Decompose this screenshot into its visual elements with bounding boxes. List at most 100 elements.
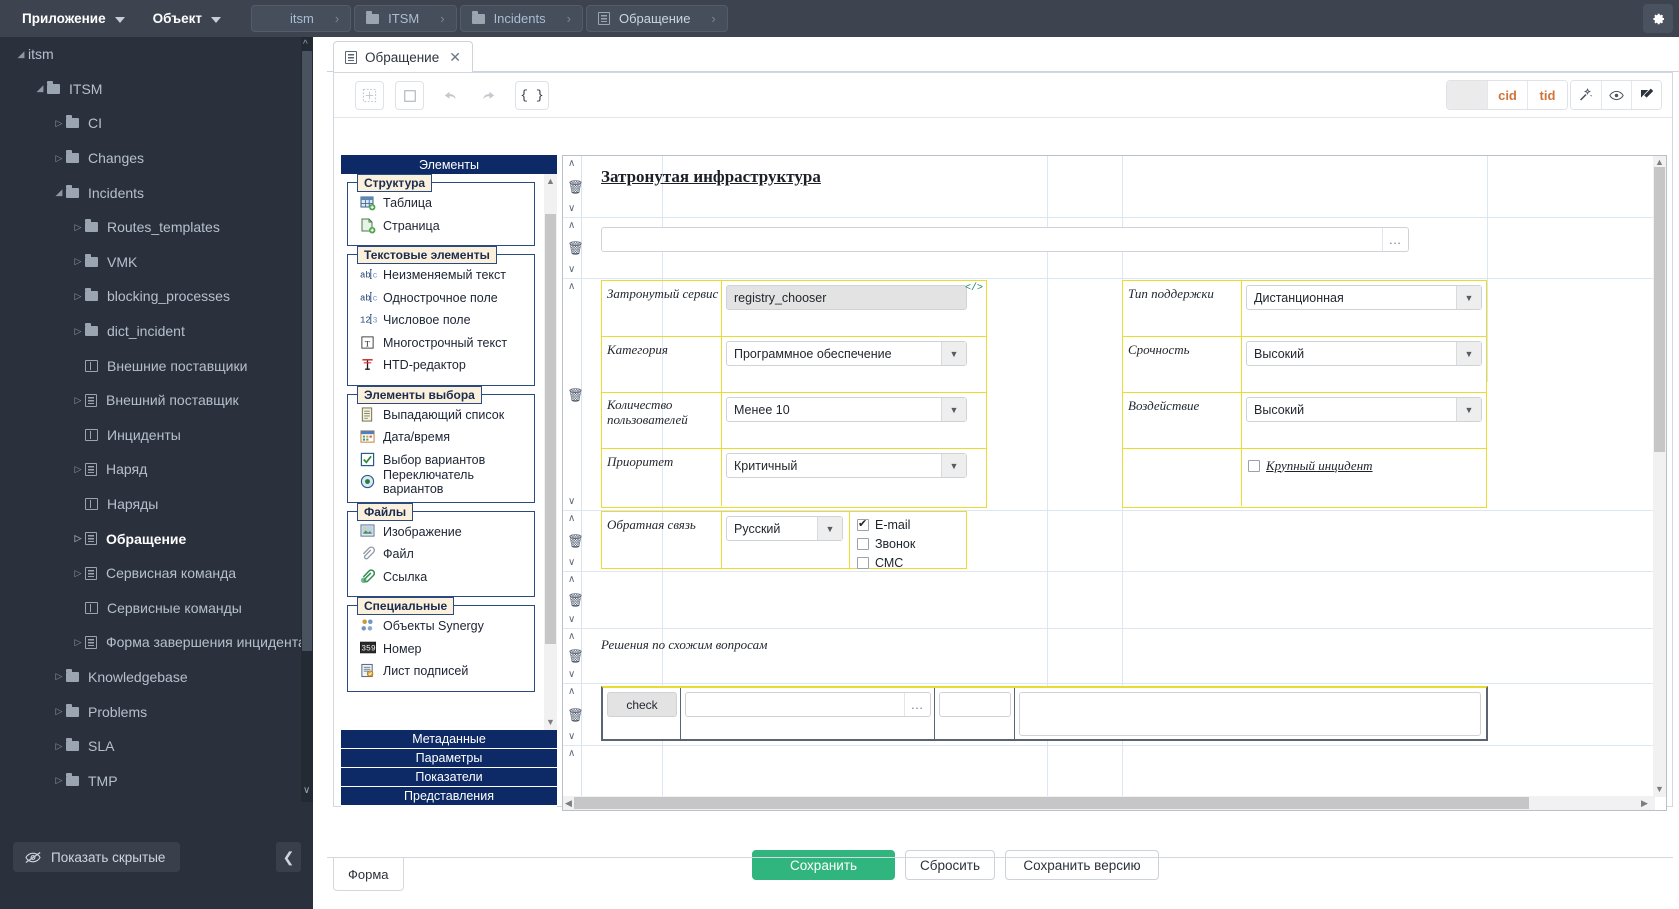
- browse-button[interactable]: …: [1382, 228, 1408, 251]
- palette-item[interactable]: Лист подписей: [352, 660, 530, 683]
- major-incident-checkbox[interactable]: [1248, 459, 1260, 472]
- expanded-toggle-icon[interactable]: ◢: [33, 84, 47, 93]
- palette-item[interactable]: 12 3 Числовое поле: [352, 309, 530, 332]
- cid-button[interactable]: cid: [1487, 81, 1527, 109]
- expanded-toggle-icon[interactable]: ◢: [52, 188, 66, 197]
- breadcrumb-item-obrashenie[interactable]: Обращение ›: [585, 5, 728, 32]
- tree-item[interactable]: Внешние поставщики: [0, 348, 301, 383]
- move-down-icon[interactable]: ∨: [568, 615, 575, 625]
- tree-item[interactable]: ▷ Внешний поставщик: [0, 383, 301, 418]
- tree-item[interactable]: ▷ Changes: [0, 141, 301, 176]
- move-up-icon[interactable]: ∧: [568, 632, 575, 642]
- palette-tab-metadata[interactable]: Метаданные: [341, 730, 557, 749]
- chevron-down-icon[interactable]: ▼: [1456, 342, 1481, 365]
- breadcrumb-item-ITSM[interactable]: ITSM ›: [354, 5, 457, 32]
- collapsed-toggle-icon[interactable]: ▷: [71, 534, 85, 543]
- checkbox-icon[interactable]: [857, 537, 869, 550]
- scroll-up-icon[interactable]: ^: [303, 39, 308, 50]
- undo-icon[interactable]: [435, 81, 464, 110]
- description-field[interactable]: …: [601, 227, 1409, 252]
- move-down-icon[interactable]: ∨: [568, 204, 575, 214]
- check-tag[interactable]: check: [607, 692, 677, 717]
- check-input[interactable]: …: [685, 692, 931, 717]
- edit-button[interactable]: [1631, 81, 1661, 109]
- palette-item[interactable]: Объекты Synergy: [352, 615, 530, 638]
- chevron-down-icon[interactable]: ▼: [941, 398, 966, 421]
- palette-item[interactable]: Выпадающий список: [352, 404, 530, 427]
- palette-tab-parameters[interactable]: Параметры: [341, 749, 557, 768]
- tree-item[interactable]: ▷ VMK: [0, 245, 301, 280]
- tree-item[interactable]: ◢ itsm: [0, 37, 301, 72]
- feedback-language-dropdown[interactable]: Русский ▼: [726, 516, 843, 541]
- expanded-toggle-icon[interactable]: ◢: [14, 49, 28, 59]
- check-wide-input[interactable]: [1019, 692, 1481, 736]
- breadcrumb-item-Incidents[interactable]: Incidents ›: [459, 5, 583, 32]
- palette-item[interactable]: Переключатель вариантов: [352, 468, 530, 496]
- settings-button[interactable]: [1643, 4, 1673, 33]
- palette-tab-indicators[interactable]: Показатели: [341, 768, 557, 787]
- tree-item[interactable]: ▷ Сервисная команда: [0, 556, 301, 591]
- scrollbar-thumb[interactable]: [1654, 167, 1665, 452]
- tree-item[interactable]: ▷ Форма завершения инцидента: [0, 625, 301, 660]
- palette-item[interactable]: ab c Однострочное поле: [352, 287, 530, 310]
- collapsed-toggle-icon[interactable]: ▷: [52, 118, 66, 128]
- scrollbar-thumb[interactable]: [545, 214, 556, 644]
- color-swatch[interactable]: [1447, 81, 1487, 109]
- feedback-channel-call[interactable]: Звонок: [857, 534, 965, 553]
- tab-obrashenie[interactable]: Обращение ✕: [333, 41, 473, 72]
- palette-item[interactable]: Ссылка: [352, 566, 530, 589]
- collapsed-toggle-icon[interactable]: ▷: [71, 257, 85, 266]
- scrollbar-thumb[interactable]: [302, 51, 312, 651]
- collapsed-toggle-icon[interactable]: ▷: [71, 464, 85, 474]
- support-type-dropdown[interactable]: Дистанционная ▼: [1246, 285, 1482, 310]
- insert-block-icon[interactable]: [395, 81, 424, 110]
- browse-button[interactable]: …: [904, 693, 930, 716]
- impact-dropdown[interactable]: Высокий ▼: [1246, 397, 1482, 422]
- affected-service-input[interactable]: registry_chooser: [726, 285, 967, 310]
- chevron-down-icon[interactable]: ▼: [1456, 286, 1481, 309]
- collapsed-toggle-icon[interactable]: ▷: [71, 568, 85, 578]
- collapsed-toggle-icon[interactable]: ▷: [52, 707, 66, 716]
- menu-object[interactable]: Объект: [139, 0, 235, 37]
- tree-item[interactable]: ◢ ITSM: [0, 72, 301, 107]
- tree-item[interactable]: ▷ Наряд: [0, 452, 301, 487]
- palette-item[interactable]: Файл: [352, 543, 530, 566]
- move-up-icon[interactable]: ∧: [568, 514, 575, 524]
- tree-item[interactable]: ▷ Routes_templates: [0, 210, 301, 245]
- collapsed-toggle-icon[interactable]: ▷: [52, 741, 66, 751]
- chevron-down-icon[interactable]: ▼: [1456, 398, 1481, 421]
- user-count-dropdown[interactable]: Менее 10 ▼: [726, 397, 967, 422]
- tab-form[interactable]: Форма: [333, 858, 404, 891]
- move-down-icon[interactable]: ∨: [568, 558, 575, 568]
- tree-item[interactable]: Инциденты: [0, 418, 301, 453]
- move-down-icon[interactable]: ∨: [568, 670, 575, 680]
- move-down-icon[interactable]: ∨: [568, 732, 575, 742]
- scroll-up-icon[interactable]: ▲: [546, 176, 555, 186]
- move-down-icon[interactable]: ∨: [568, 265, 575, 275]
- chevron-down-icon[interactable]: ▼: [941, 342, 966, 365]
- checkbox-icon[interactable]: [857, 517, 869, 531]
- priority-dropdown[interactable]: Критичный ▼: [726, 453, 967, 478]
- tree-item[interactable]: ▷ SLA: [0, 729, 301, 764]
- scroll-down-icon[interactable]: ∨: [303, 785, 310, 796]
- category-dropdown[interactable]: Программное обеспечение ▼: [726, 341, 967, 366]
- move-up-icon[interactable]: ∧: [568, 159, 575, 169]
- scroll-up-icon[interactable]: ▲: [1655, 157, 1664, 167]
- palette-item[interactable]: HTD-редактор: [352, 354, 530, 377]
- palette-item[interactable]: Дата/время: [352, 426, 530, 449]
- feedback-channel-sms[interactable]: СМС: [857, 553, 965, 572]
- tree-item[interactable]: ▷ Обращение: [0, 521, 301, 556]
- collapsed-toggle-icon[interactable]: ▷: [52, 672, 66, 681]
- menu-application[interactable]: Приложение: [0, 0, 139, 37]
- code-braces-icon[interactable]: { }: [515, 81, 549, 110]
- tree-item[interactable]: ▷ dict_incident: [0, 314, 301, 349]
- chevron-down-icon[interactable]: ▼: [817, 517, 842, 540]
- palette-item[interactable]: Таблица: [352, 192, 530, 215]
- tree-item[interactable]: ▷ CI: [0, 106, 301, 141]
- collapsed-toggle-icon[interactable]: ▷: [71, 637, 85, 647]
- canvas-horizontal-scrollbar[interactable]: ◀ ▶: [563, 796, 1655, 810]
- urgency-dropdown[interactable]: Высокий ▼: [1246, 341, 1482, 366]
- major-incident-checkbox-row[interactable]: Крупный инцидент: [1248, 456, 1373, 475]
- palette-item[interactable]: Страница: [352, 215, 530, 238]
- close-icon[interactable]: ✕: [449, 49, 461, 66]
